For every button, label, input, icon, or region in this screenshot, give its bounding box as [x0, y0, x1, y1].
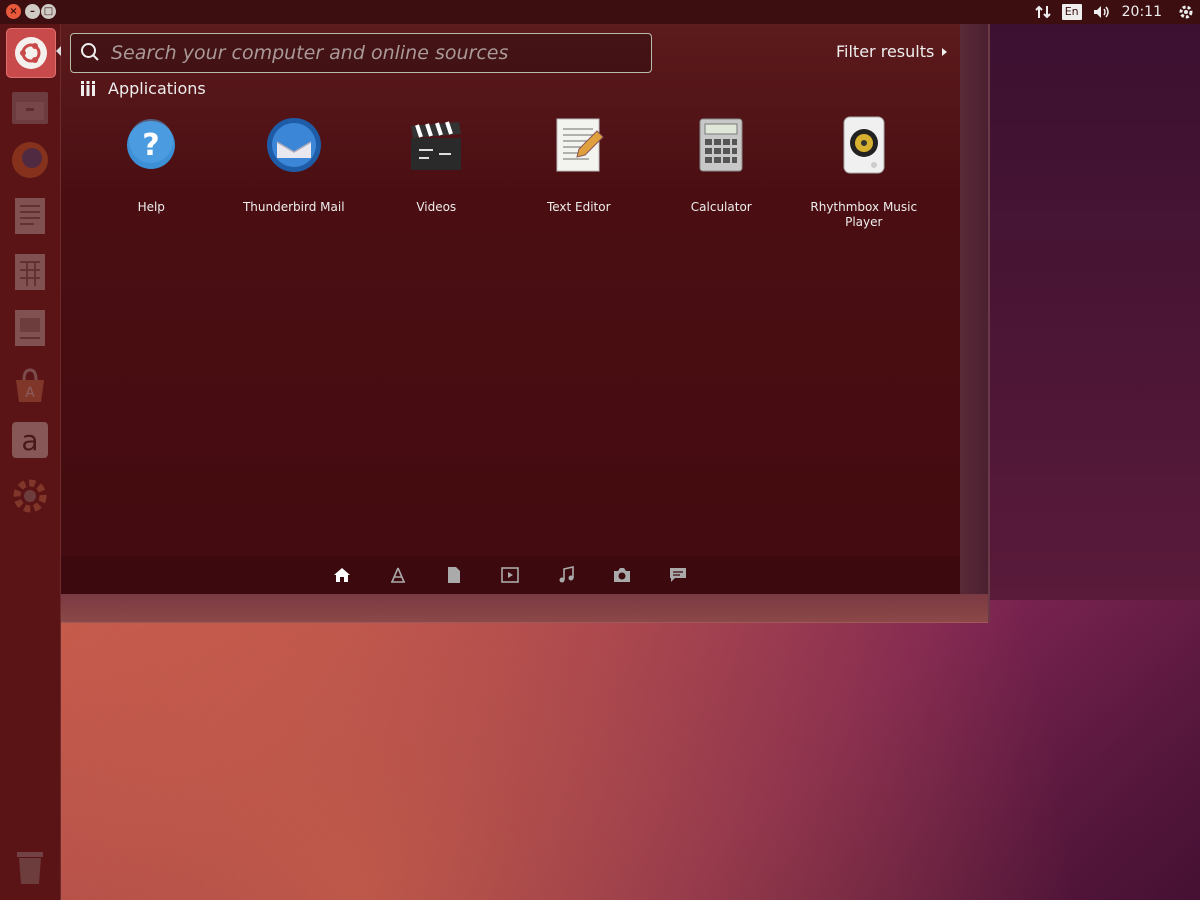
document-icon — [15, 198, 45, 234]
chevron-right-icon — [942, 47, 948, 56]
clock[interactable]: 20:11 — [1122, 0, 1162, 24]
music-icon — [559, 566, 574, 583]
presentation-icon — [15, 310, 45, 346]
filter-results-button[interactable]: Filter results — [836, 42, 948, 61]
indicator-area: En 20:11 — [1034, 0, 1200, 24]
system-settings-launcher-item[interactable] — [6, 472, 54, 520]
search-icon — [81, 43, 99, 61]
video-icon — [501, 567, 519, 583]
launcher: A a — [0, 24, 61, 900]
impress-launcher-item[interactable] — [6, 304, 54, 352]
clapperboard-icon — [411, 121, 462, 170]
lens-social[interactable] — [669, 566, 687, 584]
svg-text:a: a — [21, 424, 38, 457]
app-videos[interactable]: Videos — [365, 114, 508, 230]
launcher-active-arrow — [56, 46, 61, 56]
volume-icon[interactable] — [1092, 0, 1112, 24]
lens-files[interactable] — [445, 566, 463, 584]
app-help[interactable]: ? Help — [80, 114, 223, 230]
network-icon[interactable] — [1034, 0, 1052, 24]
section-title: Applications — [108, 79, 206, 98]
app-label: Calculator — [690, 200, 752, 214]
spreadsheet-icon — [15, 254, 45, 290]
speech-bubble-icon — [670, 568, 686, 582]
files-launcher-item[interactable] — [6, 84, 54, 132]
firefox-launcher-item[interactable] — [6, 136, 54, 184]
app-calculator[interactable]: Calculator — [650, 114, 793, 230]
app-thunderbird[interactable]: Thunderbird Mail — [223, 114, 366, 230]
system-settings-icon — [13, 479, 47, 513]
calc-launcher-item[interactable] — [6, 248, 54, 296]
top-panel: × – □ En 20:11 — [0, 0, 1200, 24]
applications-section-header[interactable]: Applications — [80, 79, 206, 98]
lens-video[interactable] — [501, 566, 519, 584]
session-gear-icon[interactable] — [1178, 0, 1194, 24]
close-dash-button[interactable]: × — [6, 4, 21, 19]
lens-bar — [60, 556, 960, 594]
software-center-icon: A — [16, 368, 44, 402]
speaker-icon — [843, 116, 885, 174]
dash: Filter results Applications ? Help Thund… — [60, 24, 960, 594]
file-icon — [448, 567, 460, 583]
file-cabinet-icon — [12, 92, 48, 124]
help-icon: ? — [127, 119, 176, 169]
app-rhythmbox[interactable]: Rhythmbox Music Player — [793, 114, 936, 230]
lens-photos[interactable] — [613, 566, 631, 584]
app-label: Text Editor — [546, 200, 611, 214]
dash-frame-right — [960, 24, 990, 622]
keyboard-layout-indicator[interactable]: En — [1061, 4, 1082, 20]
dash-home-button[interactable] — [6, 28, 56, 78]
app-label: Thunderbird Mail — [242, 200, 345, 214]
trash-launcher-item[interactable] — [6, 844, 54, 892]
software-center-launcher-item[interactable]: A — [6, 360, 54, 408]
camera-icon — [614, 568, 630, 582]
app-label: Videos — [416, 200, 457, 214]
applications-icon — [391, 567, 405, 583]
dash-frame-bottom — [60, 594, 988, 623]
ubuntu-logo-icon — [15, 37, 47, 69]
lens-applications[interactable] — [389, 566, 407, 584]
firefox-icon — [12, 142, 48, 178]
home-icon — [334, 568, 350, 582]
applications-category-icon — [81, 80, 95, 96]
svg-text:?: ? — [143, 128, 160, 163]
text-editor-icon — [556, 118, 604, 172]
app-label: Help — [137, 200, 165, 214]
amazon-icon: a — [12, 422, 48, 458]
calculator-icon — [699, 118, 743, 172]
svg-text:A: A — [25, 385, 35, 401]
minimize-dash-button[interactable]: – — [25, 4, 40, 19]
trash-icon — [17, 852, 43, 884]
maximize-dash-button[interactable]: □ — [41, 4, 56, 19]
lens-music[interactable] — [557, 566, 575, 584]
app-label: Rhythmbox Music Player — [810, 200, 918, 229]
amazon-launcher-item[interactable]: a — [6, 416, 54, 464]
app-text-editor[interactable]: Text Editor — [508, 114, 651, 230]
writer-launcher-item[interactable] — [6, 192, 54, 240]
search-box[interactable] — [70, 33, 652, 73]
lens-home[interactable] — [333, 566, 351, 584]
search-input[interactable] — [109, 38, 643, 68]
applications-grid: ? Help Thunderbird Mail Videos Text Edit… — [80, 114, 940, 230]
thunderbird-icon — [266, 118, 321, 172]
filter-results-label: Filter results — [836, 42, 935, 61]
